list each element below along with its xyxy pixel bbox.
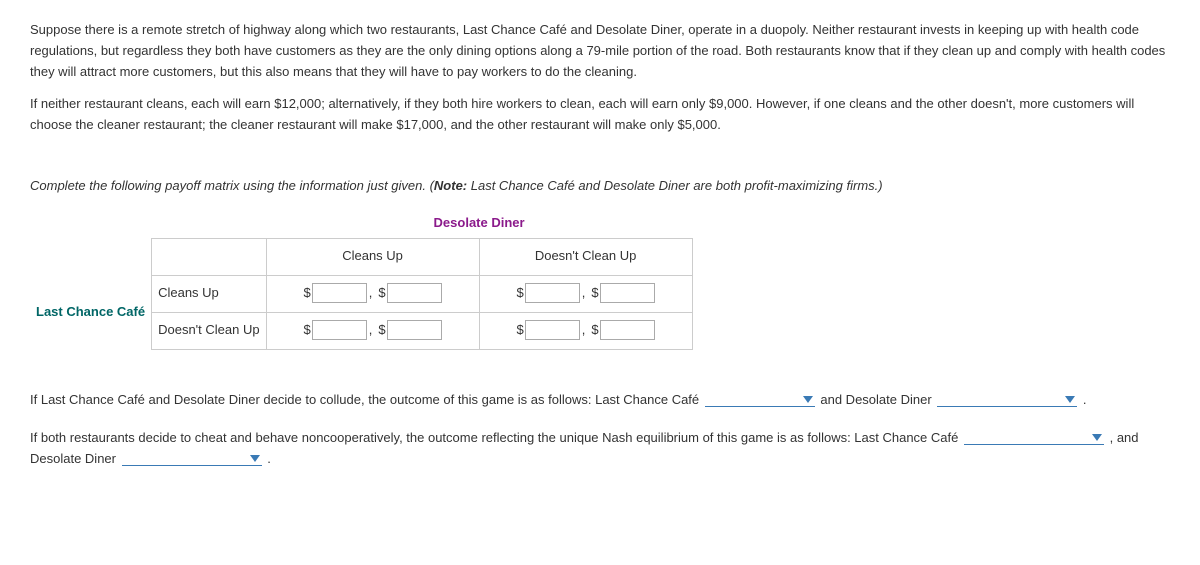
instruction-note: Last Chance Café and Desolate Diner are … xyxy=(467,178,882,193)
note-label: Note: xyxy=(434,178,467,193)
problem-paragraph-1: Suppose there is a remote stretch of hig… xyxy=(30,20,1170,82)
payoff-input-dc-p1[interactable] xyxy=(312,320,367,340)
dollar-sign: $ xyxy=(304,320,312,341)
collude-question: If Last Chance Café and Desolate Diner d… xyxy=(30,390,1170,411)
payoff-input-cd-p1[interactable] xyxy=(525,283,580,303)
collude-period: . xyxy=(1079,392,1086,407)
payoff-input-dc-p2[interactable] xyxy=(387,320,442,340)
payoff-matrix: Desolate Diner Cleans Up Doesn't Clean U… xyxy=(30,209,693,350)
nash-question: If both restaurants decide to cheat and … xyxy=(30,428,1170,470)
dollar-sign: $ xyxy=(591,283,599,304)
dollar-sign: $ xyxy=(517,320,525,341)
collude-dropdown-dd[interactable] xyxy=(937,390,1077,407)
payoff-cell-cc: $,$ xyxy=(266,275,479,312)
row-player-header: Last Chance Café xyxy=(30,275,152,349)
row-strategy-doesnt: Doesn't Clean Up xyxy=(152,312,266,349)
dollar-sign: $ xyxy=(304,283,312,304)
row-strategy-cleans: Cleans Up xyxy=(152,275,266,312)
col-strategy-cleans: Cleans Up xyxy=(266,238,479,275)
chevron-down-icon xyxy=(803,396,813,403)
column-player-header: Desolate Diner xyxy=(266,209,692,238)
nash-dropdown-dd[interactable] xyxy=(122,449,262,466)
chevron-down-icon xyxy=(1092,434,1102,441)
collude-pre-text: If Last Chance Café and Desolate Diner d… xyxy=(30,392,703,407)
chevron-down-icon xyxy=(250,455,260,462)
dollar-sign: $ xyxy=(517,283,525,304)
comma: , xyxy=(367,322,379,337)
instruction-prefix: Complete the following payoff matrix usi… xyxy=(30,178,434,193)
payoff-cell-dd: $,$ xyxy=(479,312,692,349)
dollar-sign: $ xyxy=(378,320,386,341)
comma: , xyxy=(580,322,592,337)
comma: , xyxy=(580,285,592,300)
collude-dropdown-lcc[interactable] xyxy=(705,390,815,407)
dollar-sign: $ xyxy=(591,320,599,341)
nash-period: . xyxy=(264,451,271,466)
chevron-down-icon xyxy=(1065,396,1075,403)
nash-dropdown-lcc[interactable] xyxy=(964,428,1104,445)
payoff-input-cd-p2[interactable] xyxy=(600,283,655,303)
collude-and-text: and Desolate Diner xyxy=(817,392,936,407)
payoff-input-dd-p2[interactable] xyxy=(600,320,655,340)
problem-paragraph-2: If neither restaurant cleans, each will … xyxy=(30,94,1170,136)
instruction-line: Complete the following payoff matrix usi… xyxy=(30,176,1170,197)
payoff-input-dd-p1[interactable] xyxy=(525,320,580,340)
payoff-cell-dc: $,$ xyxy=(266,312,479,349)
dollar-sign: $ xyxy=(378,283,386,304)
nash-pre-text: If both restaurants decide to cheat and … xyxy=(30,430,962,445)
comma: , xyxy=(367,285,379,300)
col-strategy-doesnt: Doesn't Clean Up xyxy=(479,238,692,275)
payoff-input-cc-p2[interactable] xyxy=(387,283,442,303)
payoff-input-cc-p1[interactable] xyxy=(312,283,367,303)
payoff-cell-cd: $,$ xyxy=(479,275,692,312)
